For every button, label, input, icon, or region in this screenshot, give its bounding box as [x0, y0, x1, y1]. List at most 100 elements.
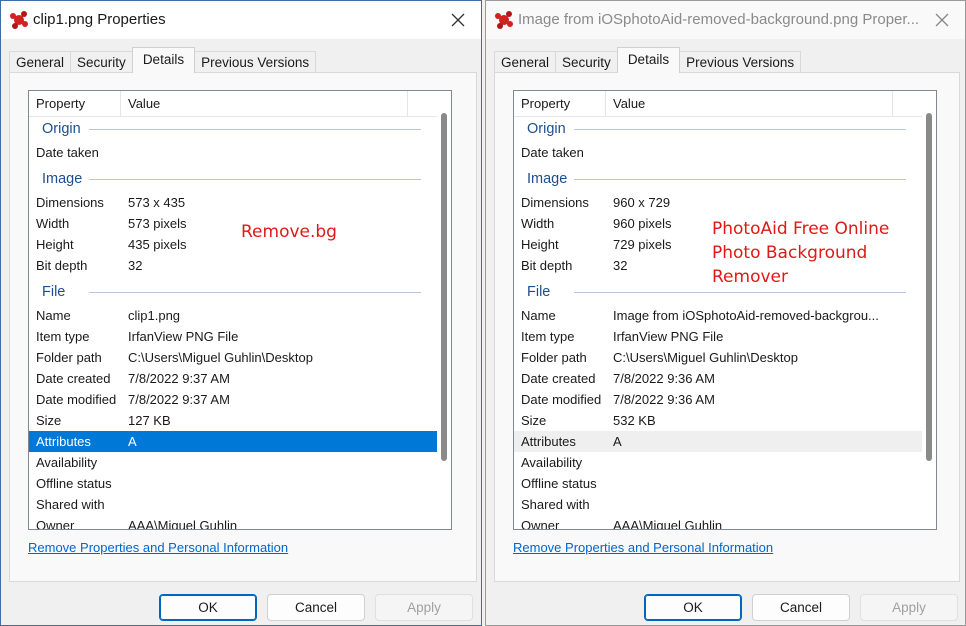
list-item[interactable]: Date taken: [29, 142, 437, 163]
list-item[interactable]: Size 532 KB: [514, 410, 922, 431]
list-item[interactable]: Size 127 KB: [29, 410, 437, 431]
vertical-scrollbar[interactable]: [922, 91, 936, 529]
list-item[interactable]: Date modified 7/8/2022 9:37 AM: [29, 389, 437, 410]
property-value: 573 x 435: [128, 195, 186, 210]
property-name: Bit depth: [521, 258, 573, 273]
property-name: Offline status: [521, 476, 597, 491]
property-name: Size: [36, 413, 62, 428]
list-item[interactable]: Offline status: [514, 473, 922, 494]
remove-properties-link[interactable]: Remove Properties and Personal Informati…: [513, 540, 773, 555]
list-item[interactable]: Item type IrfanView PNG File: [29, 326, 437, 347]
property-name: Shared with: [521, 497, 590, 512]
property-value: 7/8/2022 9:36 AM: [613, 392, 715, 407]
title-bar[interactable]: clip1.png Properties: [1, 1, 481, 39]
list-item[interactable]: Date taken: [514, 142, 922, 163]
property-name: Shared with: [36, 497, 105, 512]
list-item[interactable]: Offline status: [29, 473, 437, 494]
tab-general[interactable]: General: [494, 51, 557, 73]
property-name: Attributes: [36, 434, 91, 449]
list-item[interactable]: Folder path C:\Users\Miguel Guhlin\Deskto…: [514, 347, 922, 368]
close-button[interactable]: [927, 6, 957, 34]
list-item[interactable]: Availability: [514, 452, 922, 473]
list-item[interactable]: Name clip1.png: [29, 305, 437, 326]
tab-details[interactable]: Details: [131, 47, 196, 73]
tab-details[interactable]: Details: [616, 47, 681, 73]
list-item[interactable]: Date created 7/8/2022 9:37 AM: [29, 368, 437, 389]
list-header: Property Value: [29, 91, 451, 117]
close-button[interactable]: [443, 6, 473, 34]
remove-properties-link[interactable]: Remove Properties and Personal Informati…: [28, 540, 288, 555]
property-name: Date modified: [521, 392, 602, 407]
list-item[interactable]: Item type IrfanView PNG File: [514, 326, 922, 347]
property-value: IrfanView PNG File: [128, 329, 239, 344]
property-value: 532 KB: [613, 413, 656, 428]
ok-button[interactable]: OK: [644, 594, 742, 621]
list-item[interactable]: Height 435 pixels: [29, 234, 437, 255]
property-value: Image from iOSphotoAid-removed-backgrou.…: [613, 308, 879, 323]
tab-security[interactable]: Security: [555, 51, 618, 73]
property-value: 127 KB: [128, 413, 171, 428]
list-item[interactable]: Shared with: [514, 494, 922, 515]
properties-dialog-photoaid: Image from iOSphotoAid-removed-backgroun…: [485, 0, 966, 626]
list-item[interactable]: Width 573 pixels: [29, 213, 437, 234]
property-name: Dimensions: [521, 195, 589, 210]
group-header-image: Image: [29, 167, 437, 192]
column-header-value[interactable]: Value: [606, 91, 893, 117]
column-header-property[interactable]: Property: [29, 91, 121, 117]
apply-button[interactable]: Apply: [860, 594, 958, 621]
tab-strip: General Security Details Previous Versio…: [494, 47, 802, 73]
list-item[interactable]: Date modified 7/8/2022 9:36 AM: [514, 389, 922, 410]
tab-previous-versions[interactable]: Previous Versions: [194, 51, 317, 73]
list-item[interactable]: Dimensions 573 x 435: [29, 192, 437, 213]
property-name: Offline status: [36, 476, 112, 491]
property-name: Size: [521, 413, 547, 428]
scrollbar-thumb[interactable]: [926, 113, 932, 461]
annotation-text: Remove.bg: [241, 222, 337, 242]
property-value: C:\Users\Miguel Guhlin\Desktop: [128, 350, 313, 365]
close-icon: [935, 13, 949, 27]
apply-button[interactable]: Apply: [375, 594, 473, 621]
list-item[interactable]: Availability: [29, 452, 437, 473]
dialog-body: General Security Details Previous Versio…: [486, 39, 965, 625]
list-item[interactable]: Date created 7/8/2022 9:36 AM: [514, 368, 922, 389]
property-list[interactable]: Property Value Origin Date taken Image D…: [513, 90, 937, 530]
list-item[interactable]: Owner AAA\Miguel Guhlin: [29, 515, 437, 530]
list-item[interactable]: Name Image from iOSphotoAid-removed-backg…: [514, 305, 922, 326]
list-item-selected[interactable]: Attributes A: [514, 431, 922, 452]
property-value: C:\Users\Miguel Guhlin\Desktop: [613, 350, 798, 365]
tab-general[interactable]: General: [9, 51, 72, 73]
property-name: Availability: [36, 455, 98, 470]
property-name: Width: [36, 216, 70, 231]
column-header-property[interactable]: Property: [514, 91, 606, 117]
list-item[interactable]: Owner AAA\Miguel Guhlin: [514, 515, 922, 530]
column-header-value[interactable]: Value: [121, 91, 408, 117]
group-header-file: File: [29, 280, 437, 305]
scrollbar-thumb[interactable]: [441, 113, 447, 461]
property-list[interactable]: Property Value Origin Date taken Image D…: [28, 90, 452, 530]
list-item[interactable]: Folder path C:\Users\Miguel Guhlin\Deskto…: [29, 347, 437, 368]
group-header-image: Image: [514, 167, 922, 192]
irfanview-icon: [494, 10, 514, 30]
title-bar[interactable]: Image from iOSphotoAid-removed-backgroun…: [486, 1, 965, 39]
property-name: Date created: [36, 371, 111, 386]
property-value: AAA\Miguel Guhlin: [128, 518, 238, 530]
details-panel: Property Value Origin Date taken Image D…: [494, 72, 960, 582]
list-item[interactable]: Dimensions 960 x 729: [514, 192, 922, 213]
property-name: Owner: [36, 518, 75, 530]
ok-button[interactable]: OK: [159, 594, 257, 621]
window-title: Image from iOSphotoAid-removed-backgroun…: [518, 11, 920, 28]
property-value: A: [613, 434, 622, 449]
property-value: AAA\Miguel Guhlin: [613, 518, 723, 530]
property-value: 32: [128, 258, 143, 273]
tab-strip: General Security Details Previous Versio…: [9, 47, 317, 73]
property-name: Folder path: [36, 350, 102, 365]
cancel-button[interactable]: Cancel: [267, 594, 365, 621]
tab-previous-versions[interactable]: Previous Versions: [679, 51, 802, 73]
list-item-selected[interactable]: Attributes A: [29, 431, 437, 452]
list-item[interactable]: Shared with: [29, 494, 437, 515]
cancel-button[interactable]: Cancel: [752, 594, 850, 621]
list-item[interactable]: Bit depth 32: [29, 255, 437, 276]
details-panel: Property Value Origin Date taken Image D…: [9, 72, 477, 582]
tab-security[interactable]: Security: [70, 51, 133, 73]
vertical-scrollbar[interactable]: [437, 91, 451, 529]
